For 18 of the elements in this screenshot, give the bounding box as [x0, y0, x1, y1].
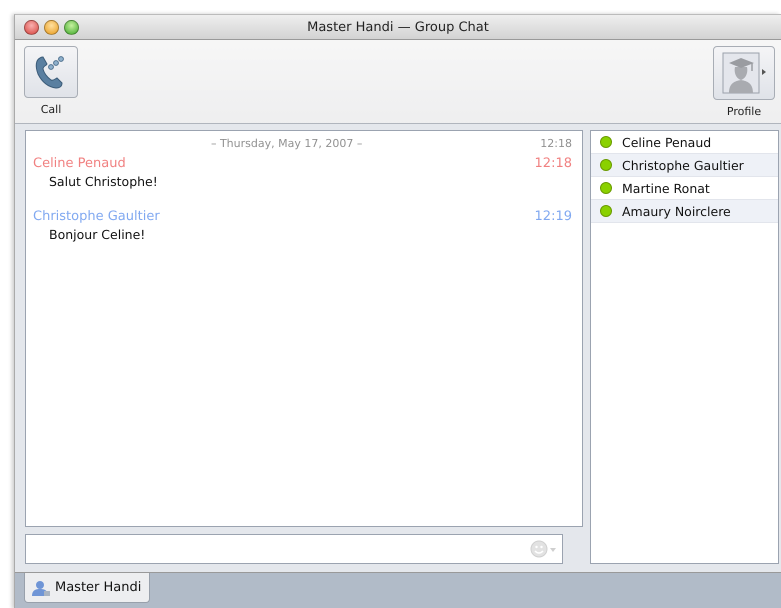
zoom-button[interactable]	[64, 20, 79, 34]
sender-name: Celine Penaud	[33, 156, 126, 171]
participant-item[interactable]: Amaury Noirclere	[591, 200, 778, 223]
message-time: 12:18	[534, 156, 572, 171]
message-text: Bonjour Celine!	[48, 226, 146, 242]
graduate-silhouette-icon	[721, 51, 767, 95]
sender-name: Christophe Gaultier	[33, 209, 160, 224]
minimize-button[interactable]	[44, 20, 59, 34]
close-button[interactable]	[24, 20, 39, 34]
chat-tab[interactable]: Master Handi	[24, 573, 150, 603]
person-icon	[31, 580, 51, 596]
window-title: Master Handi — Group Chat	[306, 20, 490, 34]
message-time: 12:19	[534, 209, 572, 224]
participant-item[interactable]: Christophe Gaultier	[591, 154, 778, 177]
timestamp: 12:18	[540, 137, 572, 150]
message-input[interactable]	[25, 534, 563, 564]
date-separator: – Thursday, May 17, 2007 –	[210, 137, 364, 150]
message-text: Salut Christophe!	[48, 173, 159, 189]
